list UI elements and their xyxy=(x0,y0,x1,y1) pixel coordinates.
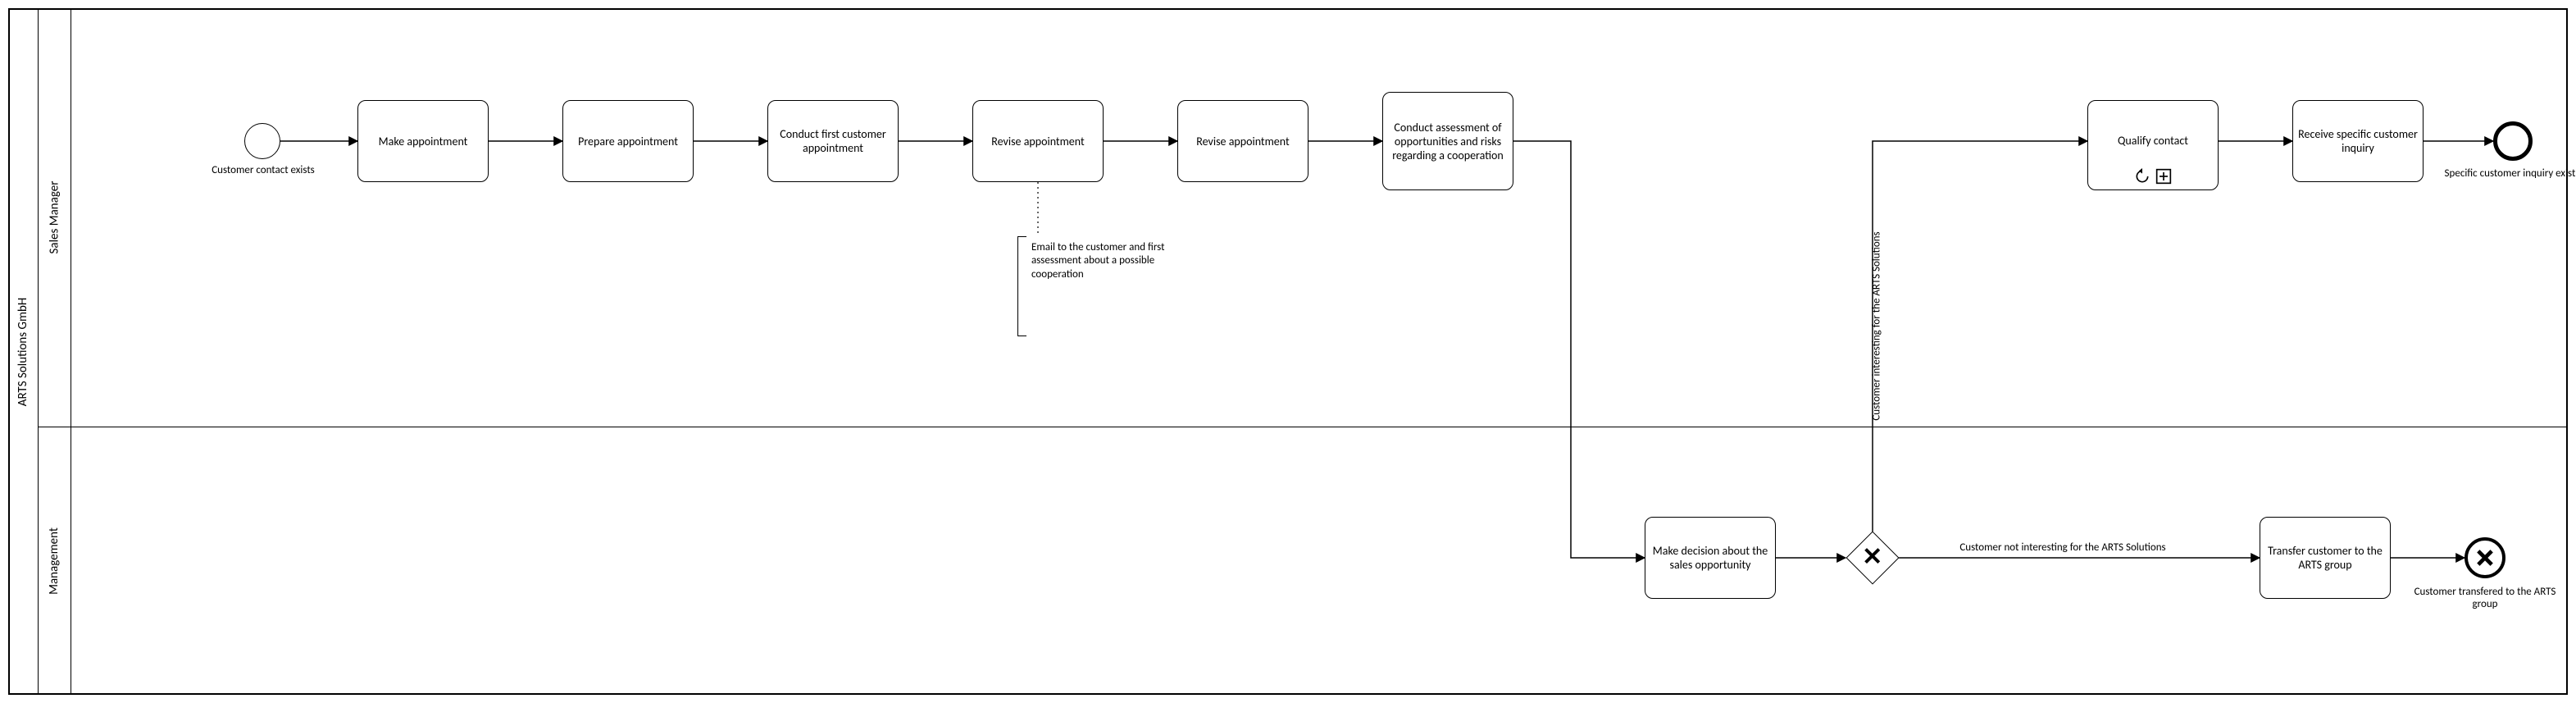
task-prepare-appointment: Prepare appointment xyxy=(562,100,694,182)
annotation-text: Email to the customer and first assessme… xyxy=(1031,241,1171,281)
gateway-x-icon: ✕ xyxy=(1862,546,1882,570)
flow-label-not-interesting: Customer not interesting for the ARTS So… xyxy=(1940,541,2186,554)
task-revise-appointment: Revise appointment xyxy=(972,100,1104,182)
task-qualify-markers xyxy=(2088,168,2218,185)
lane-mgmt-label: Management xyxy=(38,427,71,695)
loop-marker-icon xyxy=(2134,168,2150,185)
task-qualify-contact-label: Qualify contact xyxy=(2118,134,2188,148)
flow-label-interesting: Customer interesting for the ARTS Soluti… xyxy=(1782,320,1930,336)
task-conduct-assessment: Conduct assessment of opportunities and … xyxy=(1382,92,1513,190)
end-event-terminate xyxy=(2464,537,2505,578)
annotation-bracket xyxy=(1017,236,1026,336)
end-event-inquiry xyxy=(2493,121,2533,161)
task-make-decision: Make decision about the sales opportunit… xyxy=(1645,517,1776,599)
start-event xyxy=(244,123,280,159)
lane-sales-text: Sales Manager xyxy=(47,181,61,254)
cancel-icon xyxy=(2474,546,2496,569)
task-revise-apppointment-label: Revise appointment xyxy=(1196,135,1289,148)
pool-label-text: ARTS Solutions GmbH xyxy=(16,297,30,405)
start-event-label: Customer contact exists xyxy=(181,164,345,176)
task-make-appointment: Make appointment xyxy=(357,100,489,182)
task-prepare-appointment-label: Prepare appointment xyxy=(578,135,678,148)
task-make-appointment-label: Make appointment xyxy=(379,135,468,148)
end-event-inquiry-label: Specific customer inquiry exists xyxy=(2430,167,2576,180)
flow-label-interesting-text: Customer interesting for the ARTS Soluti… xyxy=(1871,231,1883,420)
lane-mgmt-text: Management xyxy=(47,527,61,595)
task-conduct-first-appointment: Conduct first customer appointment xyxy=(767,100,899,182)
subprocess-marker-icon xyxy=(2155,168,2172,185)
task-revise-appointment-label: Revise appointment xyxy=(991,135,1084,148)
end-event-terminate-label: Customer transfered to the ARTS group xyxy=(2403,586,2567,610)
exclusive-gateway: ✕ xyxy=(1846,531,1899,584)
bpmn-pool: ARTS Solutions GmbH Sales Manager Manage… xyxy=(0,0,2576,703)
task-make-decision-label: Make decision about the sales opportunit… xyxy=(1650,544,1770,572)
task-receive-inquiry-label: Receive specific customer inquiry xyxy=(2298,127,2418,155)
lane-sales-label: Sales Manager xyxy=(38,8,71,427)
task-transfer-customer-label: Transfer customer to the ARTS group xyxy=(2265,544,2385,572)
task-transfer-customer: Transfer customer to the ARTS group xyxy=(2260,517,2391,599)
lanes-container: Sales Manager Management xyxy=(38,8,2568,695)
task-qualify-contact: Qualify contact xyxy=(2087,100,2219,190)
task-conduct-assessment-label: Conduct assessment of opportunities and … xyxy=(1388,121,1508,162)
task-conduct-first-appointment-label: Conduct first customer appointment xyxy=(773,127,893,155)
task-receive-inquiry: Receive specific customer inquiry xyxy=(2292,100,2424,182)
pool-label: ARTS Solutions GmbH xyxy=(8,8,39,695)
task-revise-apppointment: Revise appointment xyxy=(1177,100,1308,182)
